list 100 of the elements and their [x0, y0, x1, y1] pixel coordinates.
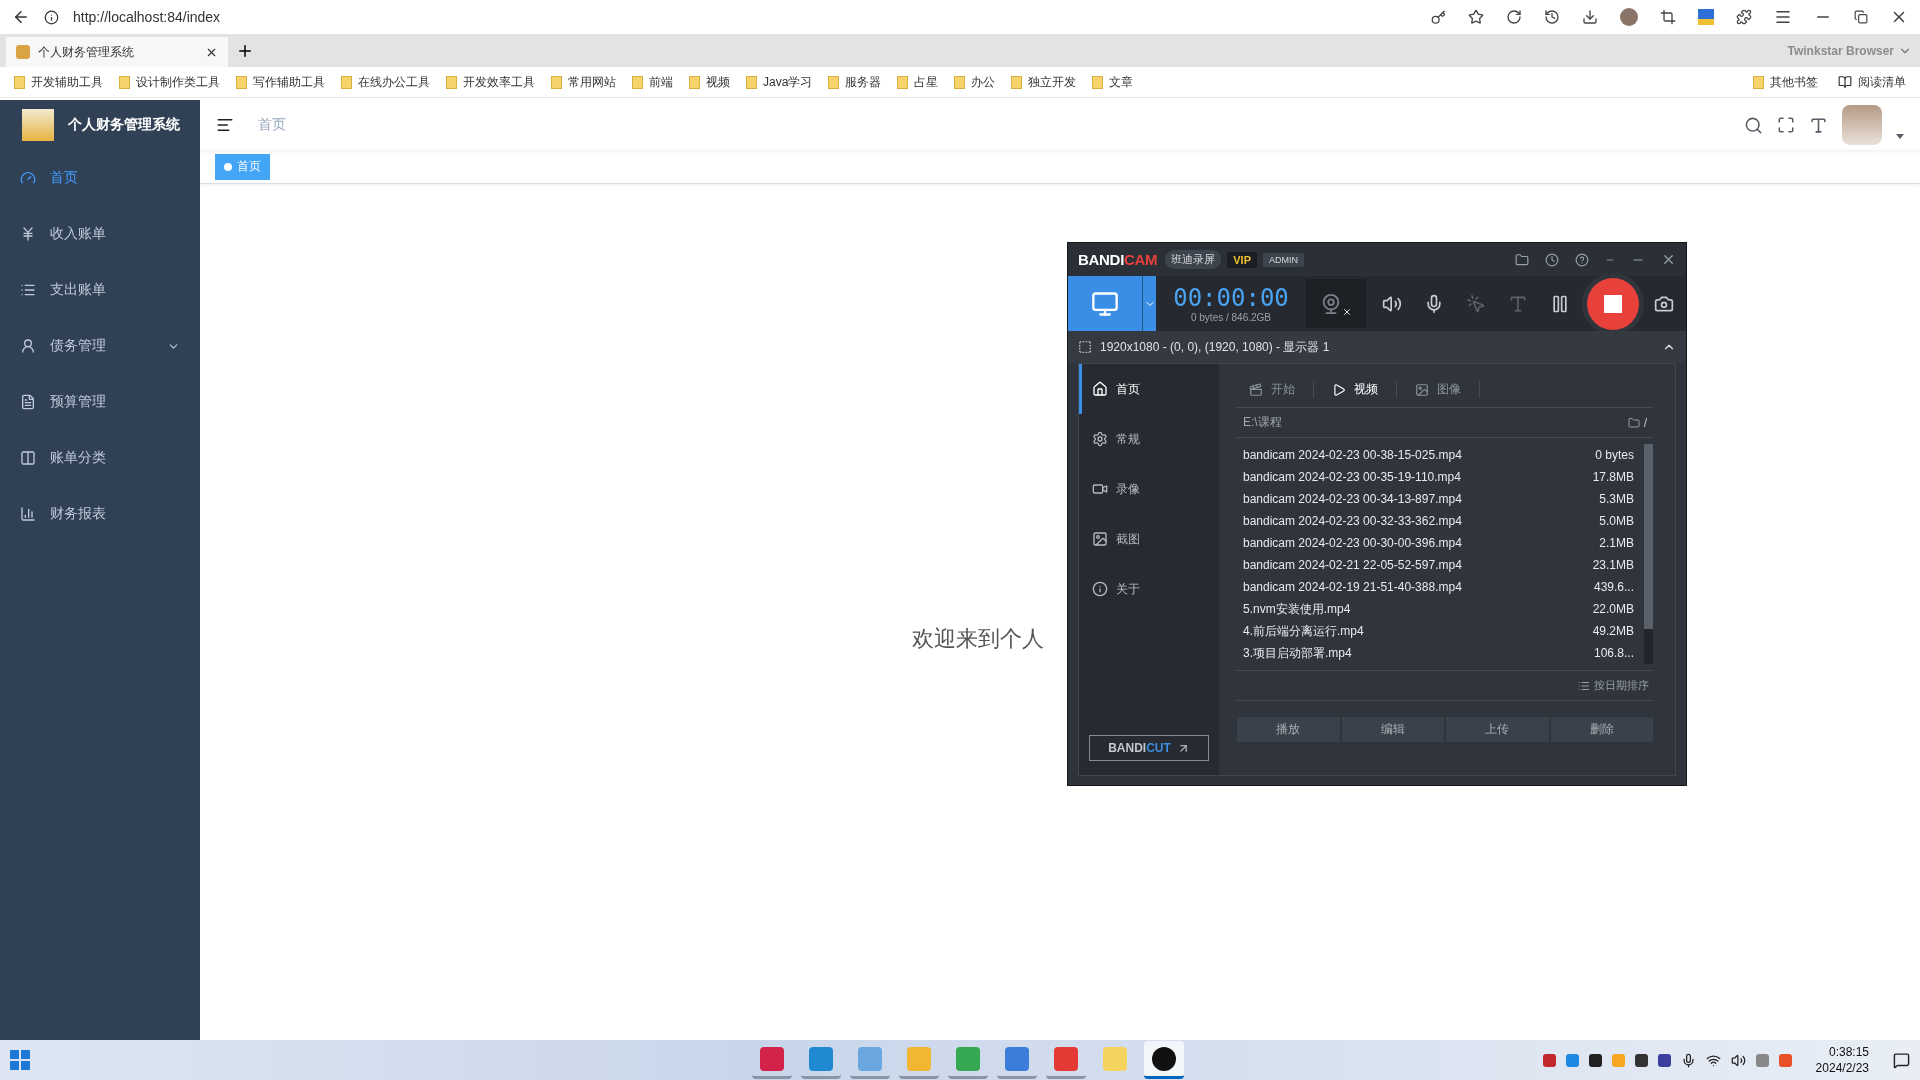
puzzle-icon[interactable] [1736, 9, 1752, 25]
clock-time: 0:38:15 [1828, 1044, 1869, 1060]
menu-item[interactable]: 首页 [0, 150, 200, 206]
file-name[interactable]: 5.nvm安装使用.mp4 [1243, 600, 1351, 618]
yen-icon [20, 226, 36, 242]
pause-icon[interactable] [1550, 293, 1570, 314]
recorder-nav-item[interactable]: 录像 [1079, 464, 1219, 514]
restore-icon[interactable] [1854, 10, 1868, 24]
menu-item[interactable]: 收入账单 [0, 206, 200, 262]
start-icon[interactable] [10, 1050, 30, 1070]
action-button[interactable]: 播放 [1237, 717, 1340, 742]
menu-icon[interactable] [1774, 8, 1792, 26]
close-icon[interactable] [1661, 252, 1676, 267]
webcam-button[interactable] [1306, 279, 1366, 328]
taskbar-app[interactable] [1144, 1041, 1184, 1079]
recorder-nav-item[interactable]: 截图 [1079, 514, 1219, 564]
reading-list-button[interactable]: 阅读清单 [1838, 73, 1906, 91]
help-icon[interactable] [1575, 252, 1589, 267]
bookmark-star-icon[interactable] [1468, 9, 1484, 25]
bookmark[interactable]: 独立开发 [1011, 73, 1077, 91]
bookmark[interactable]: 其他书签 [1753, 73, 1818, 91]
search-icon[interactable] [1744, 115, 1763, 135]
bookmark[interactable]: 办公 [954, 73, 996, 91]
bookmark[interactable]: 文章 [1092, 73, 1134, 91]
menu-item[interactable]: 债务管理 [0, 318, 200, 374]
clock[interactable]: 0:38:15 2024/2/23 [1815, 1044, 1869, 1076]
key-icon[interactable] [1431, 9, 1446, 25]
file-size: 5.3MB [1599, 492, 1634, 506]
folder-icon [14, 75, 25, 89]
bookmark[interactable]: 服务器 [828, 73, 882, 91]
file-name[interactable]: bandicam 2024-02-23 00-38-15-025.mp4 [1243, 448, 1462, 462]
action-button[interactable]: 删除 [1550, 717, 1653, 742]
folder-icon [828, 75, 840, 89]
action-button[interactable]: 上传 [1446, 717, 1549, 742]
recorder-nav-item[interactable]: 常规 [1079, 414, 1219, 464]
file-name[interactable]: bandicam 2024-02-23 00-34-13-897.mp4 [1243, 492, 1462, 506]
folder-icon [236, 75, 247, 89]
bookmark[interactable]: 前端 [632, 73, 673, 91]
recorder-tab[interactable]: 开始 [1249, 381, 1314, 398]
menu-item[interactable]: 支出账单 [0, 262, 200, 318]
address-field[interactable]: http://localhost:84/index [73, 9, 1417, 25]
bookmark[interactable]: Java学习 [746, 73, 813, 91]
profile-icon[interactable] [1620, 8, 1638, 26]
caret-icon[interactable] [1896, 133, 1904, 139]
action-button[interactable]: 编辑 [1341, 717, 1444, 742]
folder-icon[interactable] [1627, 416, 1640, 429]
stop-button[interactable] [1587, 277, 1639, 330]
recorder-tab[interactable]: 图像 [1415, 381, 1480, 398]
text-size-icon[interactable] [1809, 115, 1828, 135]
fullscreen-icon[interactable] [1777, 116, 1795, 134]
screen-mode-button[interactable] [1068, 276, 1142, 331]
file-name[interactable]: 3.项目启动部署.mp4 [1243, 644, 1352, 662]
menu-item[interactable]: 财务报表 [0, 486, 200, 542]
off-mark-icon [1342, 306, 1352, 317]
bookmark[interactable]: 设计制作类工具 [119, 73, 220, 91]
sort-button[interactable]: 按日期排序 [1578, 678, 1649, 693]
recorder-nav-item[interactable]: 关于 [1079, 564, 1219, 614]
download-icon[interactable] [1582, 9, 1598, 25]
file-name[interactable]: bandicam 2024-02-23 00-35-19-110.mp4 [1243, 470, 1461, 484]
file-name[interactable]: 4.前后端分离运行.mp4 [1243, 622, 1364, 640]
folder-icon[interactable] [1515, 252, 1529, 267]
bookmark[interactable]: 视频 [689, 73, 730, 91]
avatar-photo-placeholder[interactable] [1842, 105, 1882, 145]
microphone-icon[interactable] [1424, 293, 1444, 314]
recorder-badge: 班迪录屏 [1165, 250, 1222, 269]
list-icon [1578, 679, 1590, 692]
bookmark[interactable]: 常用网站 [551, 73, 616, 91]
back-icon[interactable] [12, 8, 30, 26]
bookmark[interactable]: 开发辅助工具 [14, 73, 103, 91]
browser-tab[interactable]: 个人财务管理系统 [6, 37, 228, 67]
notification-icon[interactable] [1893, 1051, 1910, 1069]
menu-toggle-icon[interactable] [216, 116, 234, 134]
reload-icon[interactable] [1506, 9, 1522, 25]
bandicut-button[interactable]: BANDICUT [1089, 735, 1209, 761]
recorder-tab[interactable]: 视频 [1332, 381, 1397, 398]
file-name[interactable]: bandicam 2024-02-19 21-51-40-388.mp4 [1243, 580, 1462, 594]
speaker-icon[interactable] [1382, 293, 1402, 314]
file-size: 5.0MB [1599, 514, 1634, 528]
history-icon[interactable] [1544, 9, 1560, 25]
microphone-icon[interactable] [1680, 1052, 1696, 1068]
file-name[interactable]: bandicam 2024-02-23 00-30-00-396.mp4 [1243, 536, 1462, 550]
file-size: 22.0MB [1592, 602, 1634, 616]
bookmark[interactable]: 写作辅助工具 [236, 73, 325, 91]
path-suffix: / [1643, 415, 1647, 430]
bookmark[interactable]: 占星 [897, 73, 939, 91]
webcam-icon [1320, 292, 1342, 315]
menu-item[interactable]: 预算管理 [0, 374, 200, 430]
menu-item[interactable]: 账单分类 [0, 430, 200, 486]
bookmark[interactable]: 开发效率工具 [446, 73, 535, 91]
crop-icon[interactable] [1660, 9, 1676, 25]
file-size: 0 bytes [1595, 448, 1634, 462]
info-icon[interactable] [44, 9, 59, 25]
volume-icon[interactable] [1730, 1052, 1746, 1068]
file-name[interactable]: bandicam 2024-02-21 22-05-52-597.mp4 [1243, 558, 1462, 572]
clock-icon[interactable] [1545, 252, 1559, 267]
bookmark[interactable]: 在线办公工具 [341, 73, 430, 91]
file-name[interactable]: bandicam 2024-02-23 00-32-33-362.mp4 [1243, 514, 1462, 528]
scrollbar[interactable] [1644, 444, 1653, 664]
wifi-icon[interactable] [1705, 1052, 1721, 1068]
extension-icon[interactable] [1698, 9, 1714, 25]
